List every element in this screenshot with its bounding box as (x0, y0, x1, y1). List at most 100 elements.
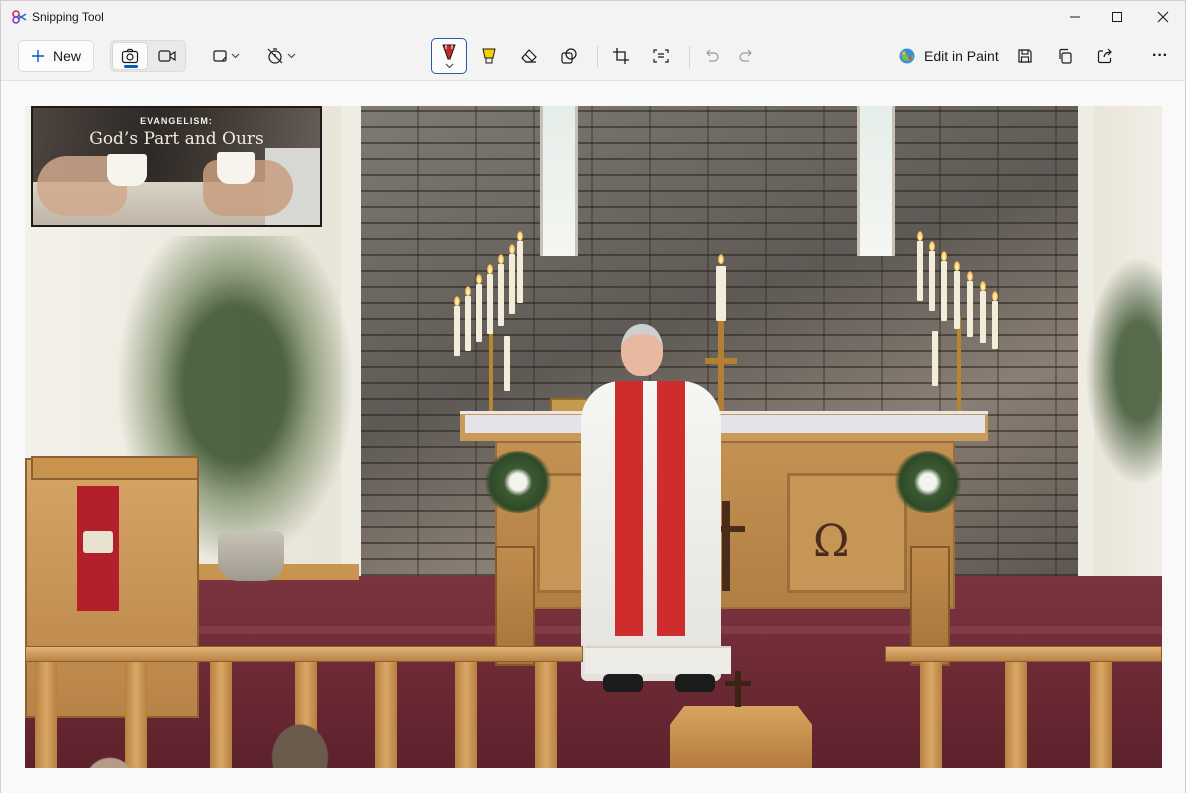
scene-flower-arrangement (893, 451, 963, 513)
overlay-kicker: EVANGELISM: (140, 116, 213, 126)
scene-baptismal-font (670, 706, 812, 768)
scene-pastor-robe (581, 381, 721, 681)
toolbar-divider (689, 46, 690, 68)
save-button[interactable] (1009, 40, 1041, 72)
edit-in-paint-button[interactable]: Edit in Paint (894, 40, 1003, 72)
sermon-title-overlay: EVANGELISM: God’s Part and Ours (31, 106, 322, 227)
scene-flame (980, 281, 986, 291)
maximize-button[interactable] (1094, 1, 1140, 33)
scene-altar-cloth (465, 415, 985, 433)
scene-congregant-head (265, 716, 335, 768)
minimize-button[interactable] (1052, 1, 1098, 33)
share-button[interactable] (1089, 40, 1121, 72)
scene-rail-post (375, 662, 397, 768)
eraser-icon (521, 49, 537, 63)
captured-image[interactable]: Ω EVANGELISM: God’s Part and Ours (25, 106, 1162, 768)
minimize-icon (1070, 16, 1080, 18)
camera-icon (121, 48, 139, 64)
scene-flame (917, 231, 923, 241)
undo-icon (706, 49, 719, 62)
snipping-tool-window: Snipping Tool New Edit in Paint ··· Ω EV… (0, 0, 1186, 793)
scene-flame (509, 244, 515, 254)
title-bar: Snipping Tool (1, 1, 1185, 33)
chevron-down-icon (445, 63, 453, 69)
scene-candle (498, 264, 504, 326)
plus-icon (31, 50, 44, 62)
overlay-coffee-cup (217, 152, 255, 184)
scene-candle (504, 336, 510, 391)
new-snip-button[interactable]: New (18, 40, 94, 72)
copy-button[interactable] (1049, 40, 1081, 72)
timer-off-icon (267, 48, 283, 64)
shapes-icon (561, 48, 577, 64)
ballpoint-pen-button[interactable] (431, 38, 467, 74)
overlay-coffee-cup (107, 154, 147, 186)
undo-button[interactable] (695, 40, 727, 72)
capture-canvas[interactable]: Ω EVANGELISM: God’s Part and Ours (1, 80, 1185, 793)
text-actions-button[interactable] (645, 40, 677, 72)
scene-pulpit-top (31, 456, 199, 480)
photo-mode-button[interactable] (112, 42, 148, 70)
scene-candle (465, 296, 471, 351)
scene-rail-post (1090, 662, 1112, 768)
chevron-down-icon (287, 53, 296, 59)
scene-rail-post (35, 662, 57, 768)
scene-altar-rail (885, 646, 1162, 662)
video-mode-button[interactable] (149, 42, 185, 70)
scene-flame (967, 271, 973, 281)
toolbar-divider (597, 46, 598, 68)
scene-shoe (675, 674, 715, 692)
scene-omega-symbol: Ω (813, 516, 850, 567)
scene-candle (454, 306, 460, 356)
text-actions-icon (653, 49, 669, 63)
scene-flame (992, 291, 998, 301)
scene-flame (954, 261, 960, 271)
scene-carved-cross (722, 501, 730, 591)
highlighter-icon (482, 48, 496, 64)
paint-icon (899, 48, 915, 64)
snip-shape-dropdown[interactable] (205, 40, 247, 72)
more-icon: ··· (1152, 47, 1168, 64)
scene-candle (967, 281, 973, 337)
video-icon (158, 50, 176, 62)
scene-flame (941, 251, 947, 261)
crop-icon (613, 48, 629, 64)
copy-icon (1059, 48, 1072, 64)
scene-pastor-shoes (603, 674, 715, 696)
scene-candle (716, 266, 726, 321)
scene-flame (517, 231, 523, 241)
scene-candelabra (957, 316, 961, 426)
new-button-label: New (52, 48, 81, 64)
scene-flame (929, 241, 935, 251)
scene-altar-rail (25, 646, 583, 662)
highlighter-button[interactable] (473, 40, 505, 72)
scene-shoe (603, 674, 643, 692)
scene-candle (487, 274, 493, 334)
crop-button[interactable] (605, 40, 637, 72)
scene-stained-window (540, 106, 578, 256)
scene-candle (917, 241, 923, 301)
scene-altar-cross (718, 321, 724, 416)
save-icon (1018, 49, 1032, 63)
maximize-icon (1112, 12, 1122, 22)
redo-button[interactable] (731, 40, 763, 72)
share-icon (1097, 48, 1112, 64)
scene-candle (954, 271, 960, 329)
scene-rail-post (1005, 662, 1027, 768)
scene-rail-post (920, 662, 942, 768)
capture-mode-toggle (110, 40, 186, 72)
edit-in-paint-label: Edit in Paint (924, 48, 999, 64)
scene-congregant-head (75, 748, 145, 768)
delay-timer-dropdown[interactable] (260, 40, 302, 72)
scene-rail-post (535, 662, 557, 768)
scene-altar-cross (705, 358, 737, 364)
scene-flower-arrangement (483, 451, 553, 513)
shapes-button[interactable] (553, 40, 585, 72)
more-options-button[interactable]: ··· (1143, 40, 1177, 72)
eraser-button[interactable] (513, 40, 545, 72)
snip-shape-icon (213, 50, 227, 62)
close-button[interactable] (1140, 1, 1186, 33)
scene-candle (992, 301, 998, 349)
scene-candle (476, 284, 482, 342)
scene-pastor-head (621, 324, 663, 376)
